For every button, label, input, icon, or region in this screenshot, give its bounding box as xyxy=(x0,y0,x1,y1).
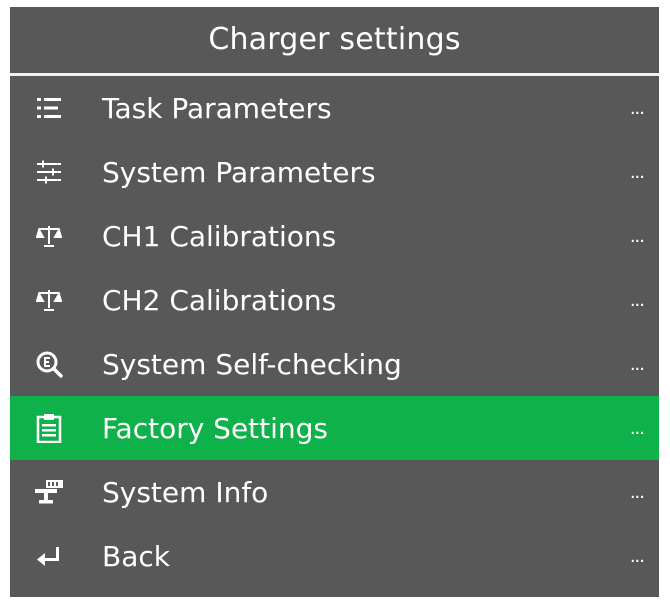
charger-settings-screen: Charger settings Task Parameters ... Sys… xyxy=(10,7,659,597)
return-arrow-icon xyxy=(32,539,66,573)
menu-item-label: Back xyxy=(102,539,170,573)
menu-item-label: Factory Settings xyxy=(102,411,329,445)
more-indicator: ... xyxy=(629,481,645,503)
menu-item-ch1-calibrations[interactable]: CH1 Calibrations ... xyxy=(10,204,659,268)
scale-icon xyxy=(32,219,66,253)
more-indicator: ... xyxy=(629,161,645,183)
more-indicator: ... xyxy=(629,97,645,119)
menu-item-system-info[interactable]: System Info ... xyxy=(10,460,659,524)
more-indicator: ... xyxy=(629,289,645,311)
page-title: Charger settings xyxy=(208,22,461,57)
scale-icon xyxy=(32,283,66,317)
magnifier-icon xyxy=(32,347,66,381)
menu-item-label: Task Parameters xyxy=(102,91,332,125)
menu-item-label: System Parameters xyxy=(102,155,376,189)
more-indicator: ... xyxy=(629,225,645,247)
more-indicator: ... xyxy=(629,417,645,439)
network-icon xyxy=(32,475,66,509)
clipboard-icon xyxy=(32,411,66,445)
menu-item-label: CH2 Calibrations xyxy=(102,283,337,317)
menu-item-label: System Self-checking xyxy=(102,347,402,381)
menu-item-label: CH1 Calibrations xyxy=(102,219,337,253)
menu-item-label: System Info xyxy=(102,475,269,509)
menu-item-system-self-checking[interactable]: System Self-checking ... xyxy=(10,332,659,396)
menu-item-system-parameters[interactable]: System Parameters ... xyxy=(10,140,659,204)
sliders-icon xyxy=(32,155,66,189)
menu-item-back[interactable]: Back ... xyxy=(10,524,659,588)
more-indicator: ... xyxy=(629,353,645,375)
menu-item-task-parameters[interactable]: Task Parameters ... xyxy=(10,76,659,140)
menu-item-ch2-calibrations[interactable]: CH2 Calibrations ... xyxy=(10,268,659,332)
more-indicator: ... xyxy=(629,545,645,567)
settings-menu: Task Parameters ... System Parameters ..… xyxy=(10,76,659,588)
menu-item-factory-settings[interactable]: Factory Settings ... xyxy=(10,396,659,460)
list-icon xyxy=(32,91,66,125)
